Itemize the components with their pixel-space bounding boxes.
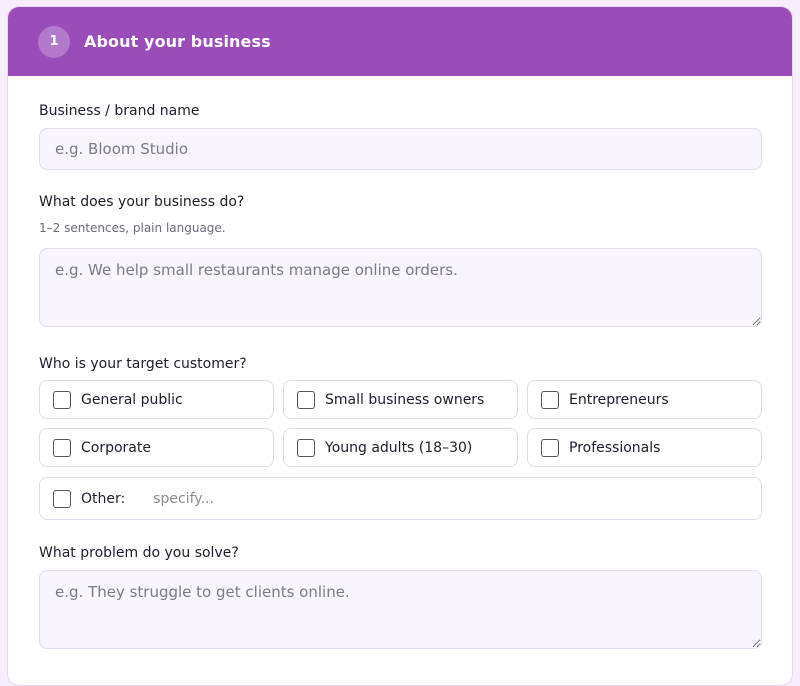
- target-option-general-public[interactable]: General public: [39, 380, 274, 419]
- target-option-corporate[interactable]: Corporate: [39, 428, 274, 467]
- section-title: About your business: [84, 32, 271, 51]
- target-customer-label: Who is your target customer?: [39, 356, 247, 372]
- option-label: Professionals: [569, 439, 661, 456]
- checkbox[interactable]: [53, 489, 71, 508]
- checkbox[interactable]: [541, 438, 559, 457]
- checkbox[interactable]: [297, 438, 315, 457]
- checkbox[interactable]: [53, 438, 71, 457]
- other-label: Other:: [81, 490, 126, 507]
- business-description-textarea[interactable]: [39, 248, 762, 327]
- option-label: Corporate: [81, 439, 151, 456]
- option-label: Entrepreneurs: [569, 391, 669, 408]
- target-option-small-business-owners[interactable]: Small business owners: [283, 380, 518, 419]
- option-label: General public: [81, 391, 183, 408]
- checkbox[interactable]: [297, 390, 315, 409]
- step-number-badge: 1: [38, 25, 70, 58]
- option-label: Young adults (18–30): [325, 439, 473, 456]
- problem-solved-textarea[interactable]: [39, 570, 762, 649]
- target-option-other[interactable]: Other:: [39, 477, 762, 520]
- target-option-professionals[interactable]: Professionals: [527, 428, 762, 467]
- other-specify-input[interactable]: [153, 490, 714, 507]
- target-option-young-adults[interactable]: Young adults (18–30): [283, 428, 518, 467]
- brand-name-input[interactable]: [39, 128, 762, 170]
- checkbox[interactable]: [541, 390, 559, 409]
- section-header: 1 About your business: [8, 7, 792, 76]
- business-description-label: What does your business do?: [39, 194, 245, 210]
- business-description-hint: 1–2 sentences, plain language.: [39, 221, 226, 235]
- target-option-entrepreneurs[interactable]: Entrepreneurs: [527, 380, 762, 419]
- checkbox[interactable]: [53, 390, 71, 409]
- problem-solved-label: What problem do you solve?: [39, 545, 239, 561]
- brand-name-label: Business / brand name: [39, 103, 200, 119]
- form-card: 1 About your business Business / brand n…: [7, 6, 793, 686]
- option-label: Small business owners: [325, 391, 485, 408]
